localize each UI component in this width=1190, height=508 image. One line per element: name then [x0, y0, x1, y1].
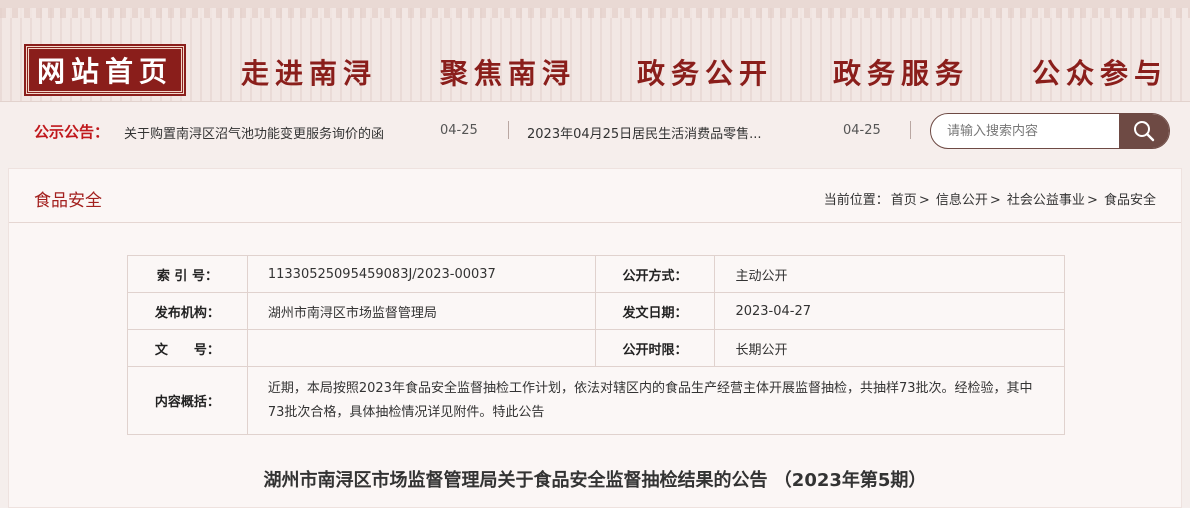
notice-link-2[interactable]: 2023年04月25日居民生活消费品零售...: [527, 123, 787, 142]
nav-item-zhengwu-gongkai[interactable]: 政务公开: [637, 52, 773, 92]
table-row: 索 引 号： 11330525095459083J/2023-00037 公开方…: [127, 255, 1065, 293]
date-label: 发文日期：: [594, 292, 716, 330]
table-row: 文 号： 公开时限： 长期公开: [127, 329, 1065, 367]
table-row: 内容概括： 近期，本局按照2023年食品安全监督抽检工作计划，依法对辖区内的食品…: [127, 366, 1066, 435]
breadcrumb-home[interactable]: 首页: [891, 193, 917, 208]
org-value: 湖州市南浔区市场监督管理局: [246, 292, 596, 330]
date-value: 2023-04-27: [714, 292, 1065, 330]
nav-item-jujiao[interactable]: 聚焦南浔: [440, 52, 576, 92]
limit-label: 公开时限：: [594, 329, 716, 367]
summary-label: 内容概括：: [127, 366, 248, 435]
notice-date-1: 04-25: [440, 123, 478, 138]
breadcrumb-separator: >: [989, 193, 1001, 208]
nav-item-zoujin[interactable]: 走进南浔: [241, 52, 377, 92]
limit-value: 长期公开: [714, 329, 1065, 367]
breadcrumb: 当前位置： 首页 > 信息公开 > 社会公益事业 > 食品安全: [823, 189, 1157, 208]
summary-value: 近期，本局按照2023年食品安全监督抽检工作计划，依法对辖区内的食品生产经营主体…: [246, 366, 1066, 435]
breadcrumb-xinxi-gongkai[interactable]: 信息公开: [936, 193, 988, 208]
mode-value: 主动公开: [714, 255, 1065, 293]
doc-number-value: [246, 329, 596, 367]
nav-item-gongzhong-canyu[interactable]: 公众参与: [1032, 52, 1168, 92]
breadcrumb-separator: >: [918, 193, 930, 208]
index-label: 索 引 号：: [127, 255, 248, 293]
search-input[interactable]: [931, 114, 1121, 148]
nav-item-zhengwu-fuwu[interactable]: 政务服务: [833, 52, 969, 92]
index-value: 11330525095459083J/2023-00037: [246, 255, 596, 293]
doc-number-label: 文 号：: [127, 329, 248, 367]
breadcrumb-shipin-anquan[interactable]: 食品安全: [1104, 193, 1156, 208]
notice-date-2: 04-25: [843, 123, 881, 138]
notice-link-1[interactable]: 关于购置南浔区沼气池功能变更服务询价的函: [124, 123, 408, 142]
search-icon: [1134, 121, 1155, 142]
org-label: 发布机构：: [127, 292, 248, 330]
breadcrumb-separator: >: [1086, 193, 1098, 208]
top-navigation: 网站首页 走进南浔 聚焦南浔 政务公开 政务服务 公众参与: [0, 0, 1190, 102]
document-info-table: 索 引 号： 11330525095459083J/2023-00037 公开方…: [127, 255, 1066, 435]
notice-title: 公示公告：: [34, 123, 110, 141]
panel-header: 食品安全 当前位置： 首页 > 信息公开 > 社会公益事业 > 食品安全: [9, 169, 1181, 223]
document-title: 湖州市南浔区市场监督管理局关于食品安全监督抽检结果的公告 （2023年第5期）: [263, 470, 927, 491]
content-panel: 食品安全 当前位置： 首页 > 信息公开 > 社会公益事业 > 食品安全 索 引 号： …: [8, 168, 1182, 508]
breadcrumb-prefix: 当前位置：: [823, 193, 889, 208]
nav-home-button[interactable]: 网站首页: [24, 44, 186, 96]
table-row: 发布机构： 湖州市南浔区市场监督管理局 发文日期： 2023-04-27: [127, 292, 1065, 330]
mode-label: 公开方式：: [594, 255, 716, 293]
search-box: [930, 113, 1170, 149]
section-title: 食品安全: [34, 191, 102, 211]
breadcrumb-shehui-gongyi[interactable]: 社会公益事业: [1007, 193, 1085, 208]
notice-divider: [910, 121, 911, 139]
search-button[interactable]: [1119, 114, 1169, 148]
notice-divider: [508, 121, 509, 139]
